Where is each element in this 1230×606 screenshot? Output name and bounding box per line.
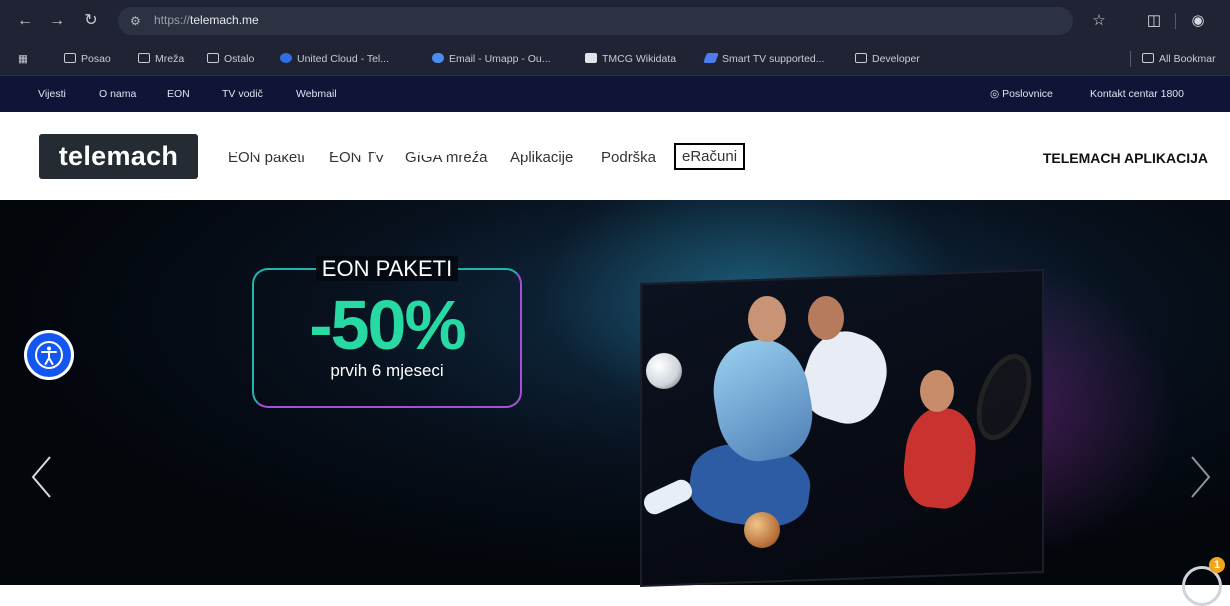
browser-toolbar: ← → ↻ ⚙ https://telemach.me ☆ ◫ ◉ [0,0,1230,43]
folder-icon [207,53,219,63]
toolbar-divider [1175,13,1176,29]
extensions-icon[interactable]: ◫ [1143,10,1165,32]
apps-icon[interactable]: ▦ [18,51,28,67]
hero-banner[interactable] [0,200,1230,585]
hero-title-line-1: TVOJA ULAZNICA [222,122,528,163]
chat-notification-badge: 1 [1209,557,1225,573]
basketball-player-head [748,296,786,342]
site-utility-bar: Vijesti O nama EON TV vodič Webmail ◎ Po… [0,76,1230,112]
bookmark-posao[interactable]: Posao [64,51,111,67]
accessibility-button[interactable] [24,330,74,380]
topbar-link-eon[interactable]: EON [167,88,190,100]
hero-title: TVOJA ULAZNICA U SVIJET SPORTA [222,124,582,200]
promo-discount: -50% [309,286,466,364]
main-navigation: telemach EON paketi EON TV GIGA mreža Ap… [0,112,1230,201]
reload-icon[interactable]: ↻ [80,10,102,32]
folder-icon [64,53,76,63]
nav-podrska[interactable]: Podrška [601,149,656,166]
forward-icon[interactable]: → [46,10,68,32]
promo-label: EON PAKETI [258,256,516,282]
bookmark-email[interactable]: Email - Umapp - Ou... [432,51,551,67]
locations-link[interactable]: ◎ Poslovnice [990,88,1053,100]
promo-subtitle: prvih 6 mjeseci [330,361,444,380]
smart-tv-icon [703,53,719,63]
telemach-logo[interactable]: telemach [39,134,198,179]
star-icon[interactable]: ☆ [1088,10,1110,32]
address-bar[interactable]: ⚙ https://telemach.me [118,7,1073,35]
basketball-image [744,512,780,548]
bookmark-smart-tv[interactable]: Smart TV supported... [703,51,825,67]
wiki-icon [585,53,597,63]
nav-eracuni[interactable]: eRačuni [674,143,746,170]
topbar-link-o-nama[interactable]: O nama [99,88,136,100]
bookmarks-bar: ▦ Posao Mreža Ostalo United Cloud - Tel.… [0,43,1230,76]
bookmark-ostalo[interactable]: Ostalo [207,51,254,67]
cloud-icon [432,53,444,63]
contact-center-link[interactable]: Kontakt centar 1800 [1090,88,1184,100]
bookmark-united-cloud[interactable]: United Cloud - Tel... [280,51,389,67]
carousel-prev-icon[interactable] [30,455,52,499]
back-icon[interactable]: ← [14,10,36,32]
bookmark-wikidata[interactable]: TMCG Wikidata [585,51,676,67]
tennis-player-head [920,370,954,412]
profile-icon[interactable]: ◉ [1187,10,1209,32]
united-cloud-icon [280,53,292,63]
football-player-head [808,296,844,340]
accessibility-icon [35,341,63,369]
bookmark-mreza[interactable]: Mreža [138,51,184,67]
soccer-ball-image [646,353,682,389]
url-text[interactable]: https://telemach.me [154,13,259,27]
bookmark-developer[interactable]: Developer [855,51,920,67]
folder-icon [855,53,867,63]
folder-icon [138,53,150,63]
topbar-link-vijesti[interactable]: Vijesti [38,88,66,100]
hero-title-line-2: U SVIJET SPORTA [222,160,532,201]
topbar-link-webmail[interactable]: Webmail [296,88,337,100]
topbar-link-tv-vodic[interactable]: TV vodič [222,88,263,100]
telemach-aplikacija-link[interactable]: TELEMACH APLIKACIJA [1043,150,1208,166]
bookmarks-divider [1130,51,1131,67]
all-bookmarks[interactable]: All Bookmar [1142,51,1216,67]
site-settings-icon[interactable]: ⚙ [130,13,146,29]
carousel-next-icon[interactable] [1190,455,1212,499]
location-pin-icon: ◎ [990,88,1003,100]
folder-icon [1142,53,1154,63]
